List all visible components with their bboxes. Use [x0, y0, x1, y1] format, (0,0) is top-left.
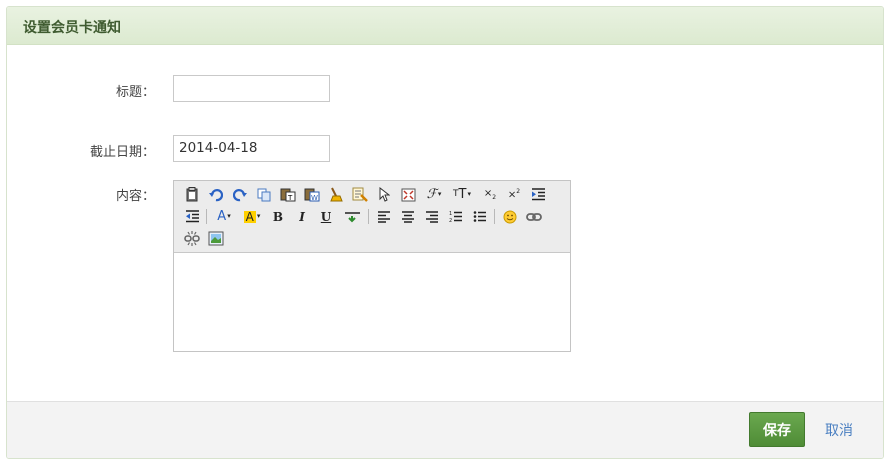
paste-text-icon[interactable]: T	[278, 184, 298, 205]
content-label: 内容：	[115, 189, 155, 204]
highlight-color-icon[interactable]: A ▾	[240, 206, 264, 227]
horizontal-rule-icon[interactable]	[342, 206, 362, 227]
toolbar-separator	[206, 209, 207, 224]
notification-settings-panel: 设置会员卡通知 标题： 截止日期： 2014-04-18 内容： T W ℱ ▾…	[6, 6, 884, 459]
editor-content-area[interactable]	[174, 253, 570, 351]
panel-footer: 保存 取消	[7, 401, 883, 458]
unordered-list-icon[interactable]	[470, 206, 490, 227]
editor-toolbar: T W ℱ ▾ T T ▾ ×2 ×2 A ▾ A ▾ B I U 1 2	[174, 181, 570, 253]
align-left-icon[interactable]	[374, 206, 394, 227]
emoticon-icon[interactable]	[500, 206, 520, 227]
deadline-label: 截止日期：	[89, 145, 155, 160]
svg-text:2: 2	[449, 218, 452, 223]
undo-icon[interactable]	[206, 184, 226, 205]
cancel-link[interactable]: 取消	[825, 420, 853, 440]
clean-format-icon[interactable]	[326, 184, 346, 205]
format-painter-icon[interactable]	[350, 184, 370, 205]
save-button[interactable]: 保存	[749, 412, 805, 447]
italic-icon[interactable]: I	[292, 206, 312, 227]
rich-text-editor: T W ℱ ▾ T T ▾ ×2 ×2 A ▾ A ▾ B I U 1 2	[173, 180, 571, 352]
image-icon[interactable]	[206, 228, 226, 249]
paste-icon[interactable]	[182, 184, 202, 205]
title-label: 标题：	[115, 85, 155, 100]
ordered-list-icon[interactable]: 12	[446, 206, 466, 227]
toolbar-separator	[368, 209, 369, 224]
title-input[interactable]	[173, 75, 330, 102]
panel-title: 设置会员卡通知	[23, 20, 121, 36]
fullscreen-icon[interactable]	[398, 184, 418, 205]
deadline-date-input[interactable]: 2014-04-18	[173, 135, 330, 162]
redo-icon[interactable]	[230, 184, 250, 205]
font-color-icon[interactable]: A ▾	[212, 206, 236, 227]
paste-word-icon[interactable]: W	[302, 184, 322, 205]
svg-text:1: 1	[449, 211, 452, 217]
toolbar-separator	[494, 209, 495, 224]
align-right-icon[interactable]	[422, 206, 442, 227]
subscript-icon[interactable]: ×2	[480, 184, 500, 205]
svg-text:T: T	[287, 194, 293, 202]
align-center-icon[interactable]	[398, 206, 418, 227]
copy-icon[interactable]	[254, 184, 274, 205]
svg-text:W: W	[311, 194, 318, 202]
bold-icon[interactable]: B	[268, 206, 288, 227]
unlink-icon[interactable]	[182, 228, 202, 249]
underline-icon[interactable]: U	[316, 206, 336, 227]
link-icon[interactable]	[524, 206, 544, 227]
indent-icon[interactable]	[528, 184, 548, 205]
panel-header: 设置会员卡通知	[7, 7, 883, 45]
font-size-icon[interactable]: T T ▾	[450, 184, 474, 205]
font-family-icon[interactable]: ℱ ▾	[422, 184, 446, 205]
select-all-icon[interactable]	[374, 184, 394, 205]
outdent-icon[interactable]	[182, 206, 202, 227]
superscript-icon[interactable]: ×2	[504, 184, 524, 205]
